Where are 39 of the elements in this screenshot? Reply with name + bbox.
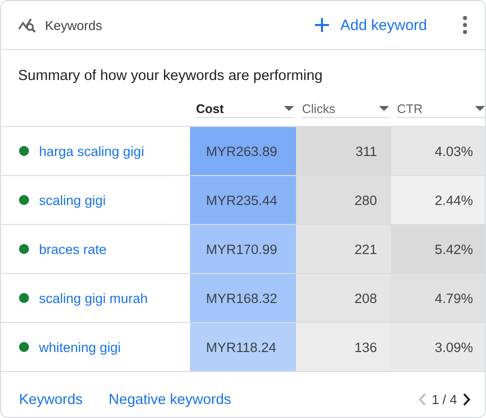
table-cell: 221: [296, 225, 391, 273]
table-cell: 136: [296, 323, 391, 371]
sort-caret-icon: [284, 106, 294, 111]
footer-link[interactable]: Keywords: [19, 392, 83, 408]
more-options-button[interactable]: [461, 16, 469, 34]
keyword-link[interactable]: harga scaling gigi: [39, 144, 144, 158]
add-keyword-button[interactable]: Add keyword: [315, 16, 427, 34]
keyword-link[interactable]: braces rate: [39, 242, 107, 256]
next-page-button[interactable]: [463, 393, 471, 406]
table-cell: MYR235.44: [190, 176, 296, 224]
sort-caret-icon: [475, 106, 485, 111]
chevron-left-icon: [418, 393, 426, 406]
table-cell: MYR263.89: [190, 127, 296, 175]
table-cell: 5.42%: [391, 225, 485, 273]
summary-text: Summary of how your keywords are performing: [17, 67, 324, 86]
more-vertical-icon: [463, 16, 467, 34]
plus-icon: [315, 18, 330, 32]
column-header[interactable]: CTR: [397, 100, 485, 118]
table-cell: MYR170.99: [190, 225, 296, 273]
table-cell: 4.03%: [391, 127, 485, 175]
keyword-link[interactable]: whitening gigi: [39, 340, 121, 354]
table-cell: 3.09%: [391, 323, 485, 371]
card-title: Keywords: [45, 18, 104, 32]
keyword-link[interactable]: scaling gigi: [39, 192, 106, 208]
table-cell: MYR168.32: [190, 274, 296, 322]
keyword-link[interactable]: scaling gigi murah: [39, 290, 148, 306]
table-cell: 280: [296, 176, 391, 224]
chevron-right-icon: [463, 393, 471, 406]
page-indicator: 1 / 4: [432, 392, 457, 407]
table-cell: 2.44%: [391, 176, 485, 224]
sort-caret-icon: [379, 106, 389, 111]
column-header[interactable]: Clicks: [302, 100, 389, 118]
chart-search-icon: [18, 17, 38, 33]
column-header[interactable]: Cost: [196, 100, 294, 118]
table-cell: MYR118.24: [190, 323, 296, 371]
footer-link[interactable]: Negative keywords: [108, 392, 232, 408]
table-cell: 4.79%: [391, 274, 485, 322]
table-cell: 208: [296, 274, 391, 322]
table-cell: 311: [296, 127, 391, 175]
